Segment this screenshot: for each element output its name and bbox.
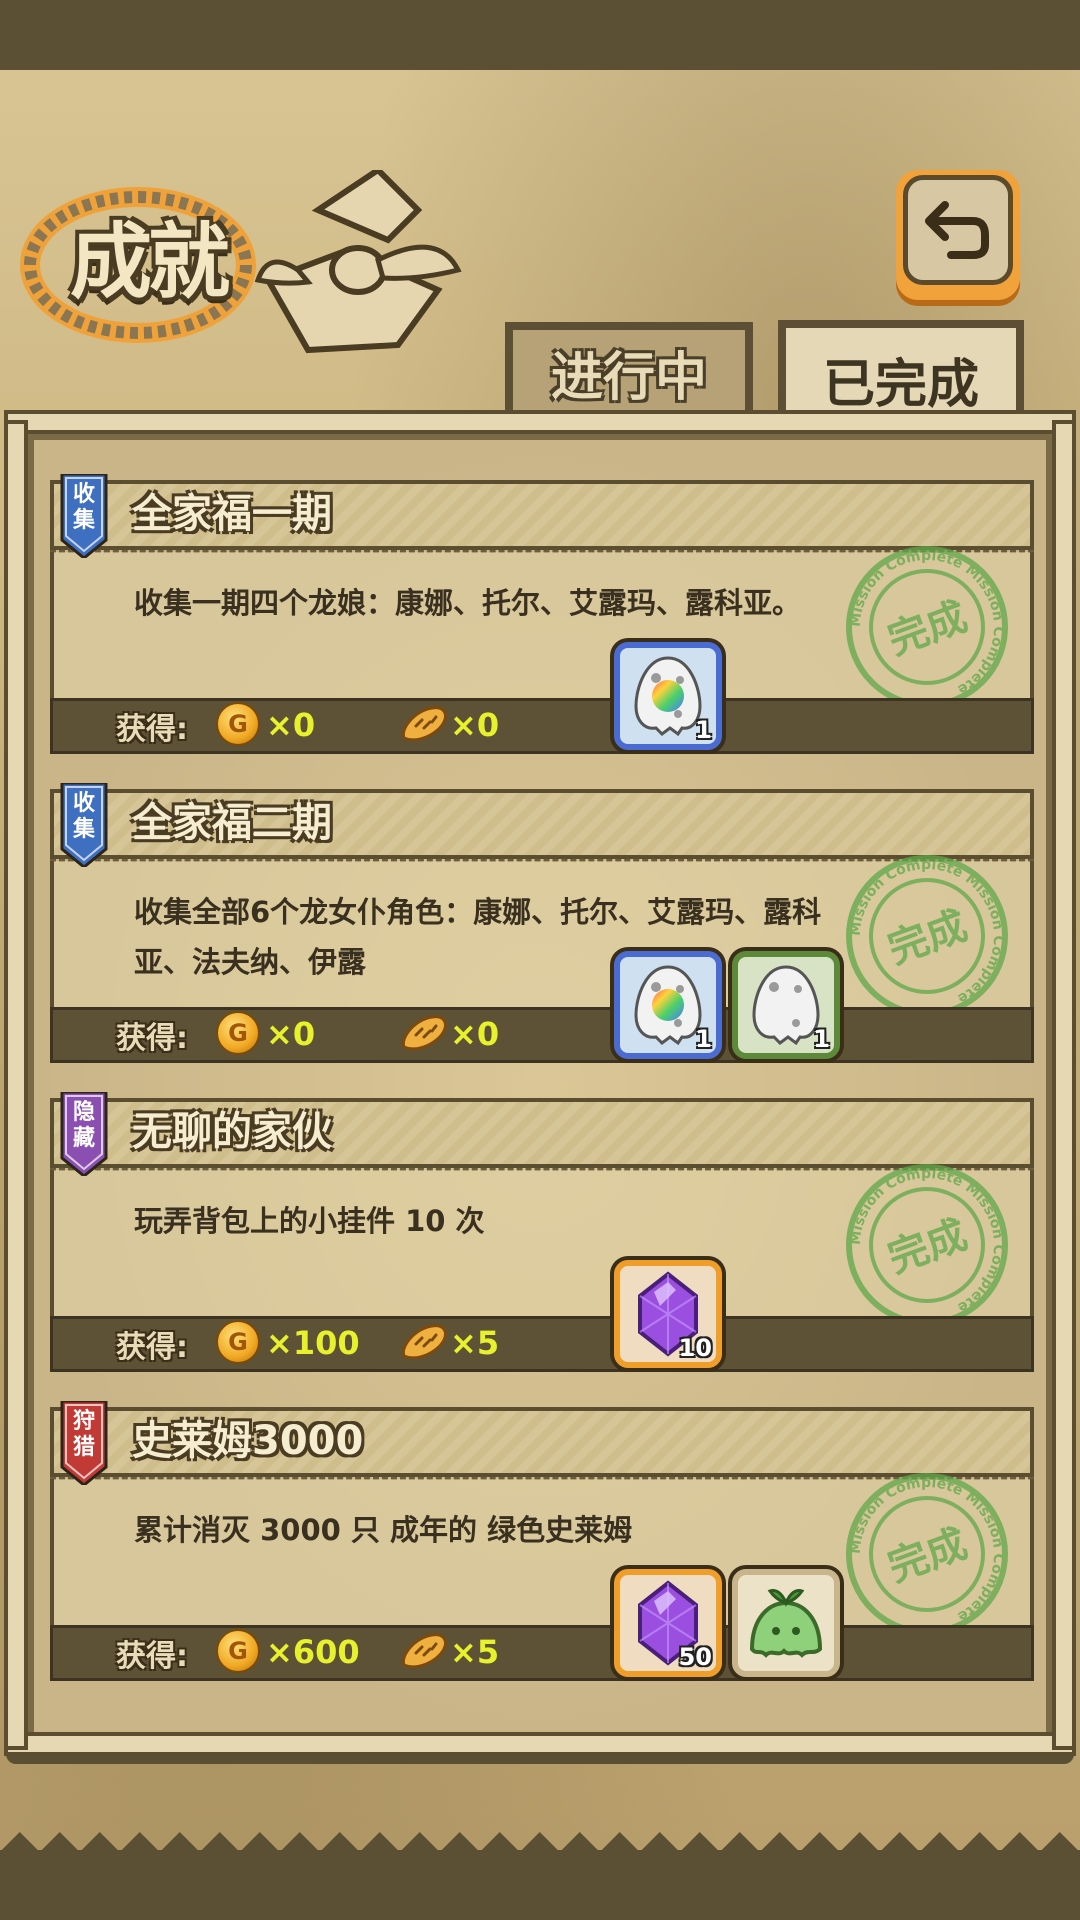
badge-char: 狩	[72, 1409, 95, 1434]
item-count: 1	[695, 716, 712, 744]
coin-reward-amount: ×0	[266, 706, 316, 744]
achievement-description: 玩弄背包上的小挂件 10 次	[134, 1204, 485, 1238]
back-button[interactable]	[896, 170, 1020, 300]
badge-char: 收	[72, 791, 95, 816]
coin-reward-amount: ×0	[266, 1015, 316, 1053]
complete-stamp-icon: 完成Mission Complete Mission Complete	[846, 1473, 1008, 1635]
achievement-card[interactable]: 完成 Mission Complete Mission Complete 隐藏无聊的…	[50, 1092, 1034, 1380]
badge-char: 猎	[72, 1435, 95, 1460]
category-badge-label: 收集	[60, 482, 108, 534]
panel-right-rail	[1052, 420, 1076, 1750]
badge-char: 集	[72, 508, 95, 533]
reward-bar	[50, 1007, 1034, 1063]
title-emblem: 成就	[18, 170, 468, 370]
reward-item-slot[interactable]: 1	[614, 642, 722, 750]
reward-bar	[50, 1316, 1034, 1372]
badge-char: 藏	[72, 1126, 95, 1151]
reward-bar	[50, 1625, 1034, 1681]
reward-item-slot[interactable]	[732, 1569, 840, 1677]
gold-coin-icon: G	[216, 1320, 260, 1364]
category-badge-label: 隐藏	[60, 1100, 108, 1152]
panel-top-rail	[4, 410, 1076, 434]
panel-bottom-rail	[4, 1732, 1076, 1756]
reward-label: 获得:	[116, 1330, 188, 1365]
bottom-border-teeth	[0, 1812, 1080, 1852]
achievement-card[interactable]: 完成 Mission Complete Mission Complete 收集全家福…	[50, 474, 1034, 762]
reward-label: 获得:	[116, 712, 188, 747]
complete-stamp-icon: 完成Mission Complete Mission Complete	[846, 546, 1008, 708]
achievement-description: 收集一期四个龙娘：康娜、托尔、艾露玛、露科亚。	[134, 586, 802, 620]
gold-coin-icon: G	[216, 1011, 260, 1055]
achievement-card[interactable]: 完成 Mission Complete Mission Complete 狩猎史莱姆…	[50, 1401, 1034, 1689]
item-count: 10	[678, 1334, 712, 1362]
coin-reward-amount: ×600	[266, 1633, 360, 1671]
badge-char: 集	[72, 817, 95, 842]
reward-label: 获得:	[116, 1021, 188, 1056]
stamp-text: 完成	[882, 594, 973, 665]
tab-in-progress[interactable]: 进行中	[505, 322, 753, 414]
bread-icon	[401, 706, 447, 742]
reward-item-slot[interactable]: 1	[732, 951, 840, 1059]
green-slime-icon	[738, 1575, 834, 1675]
bread-reward-amount: ×0	[450, 1015, 500, 1053]
reward-item-slot[interactable]: 10	[614, 1260, 722, 1368]
item-count: 50	[678, 1643, 712, 1671]
achievement-card[interactable]: 完成 Mission Complete Mission Complete 收集全家福…	[50, 783, 1034, 1071]
item-count: 1	[695, 1025, 712, 1053]
achievement-title: 无聊的家伙	[132, 1109, 332, 1155]
return-arrow-icon	[925, 201, 989, 259]
stamp-text: 完成	[882, 1521, 973, 1592]
badge-char: 收	[72, 482, 95, 507]
page-title: 成就	[70, 214, 230, 310]
item-count: 1	[813, 1025, 830, 1053]
achievement-title: 全家福一期	[132, 491, 332, 537]
stamp-text: 完成	[882, 1212, 973, 1283]
complete-stamp-icon: 完成Mission Complete Mission Complete	[846, 1164, 1008, 1326]
gold-coin-icon: G	[216, 702, 260, 746]
reward-bar	[50, 698, 1034, 754]
achievement-description: 累计消灭 3000 只 成年的 绿色史莱姆	[134, 1513, 633, 1547]
coin-reward-amount: ×100	[266, 1324, 360, 1362]
panel-left-rail	[4, 420, 28, 1750]
bread-icon	[401, 1633, 447, 1669]
gold-coin-icon: G	[216, 1629, 260, 1673]
category-badge-label: 收集	[60, 791, 108, 843]
reward-item-slot[interactable]: 50	[614, 1569, 722, 1677]
top-border-teeth	[0, 32, 1080, 72]
bread-icon	[401, 1324, 447, 1360]
bread-icon	[401, 1015, 447, 1051]
bread-reward-amount: ×0	[450, 706, 500, 744]
reward-label: 获得:	[116, 1639, 188, 1674]
reward-item-slot[interactable]: 1	[614, 951, 722, 1059]
bottom-border	[0, 1850, 1080, 1920]
bread-reward-amount: ×5	[450, 1324, 500, 1362]
category-badge-label: 狩猎	[60, 1409, 108, 1461]
badge-char: 隐	[72, 1100, 95, 1125]
bread-reward-amount: ×5	[450, 1633, 500, 1671]
stamp-text: 完成	[882, 903, 973, 974]
complete-stamp-icon: 完成Mission Complete Mission Complete	[846, 855, 1008, 1017]
achievement-title: 全家福二期	[132, 800, 332, 846]
achievement-title: 史莱姆3000	[132, 1418, 364, 1464]
back-button-face	[903, 175, 1013, 285]
